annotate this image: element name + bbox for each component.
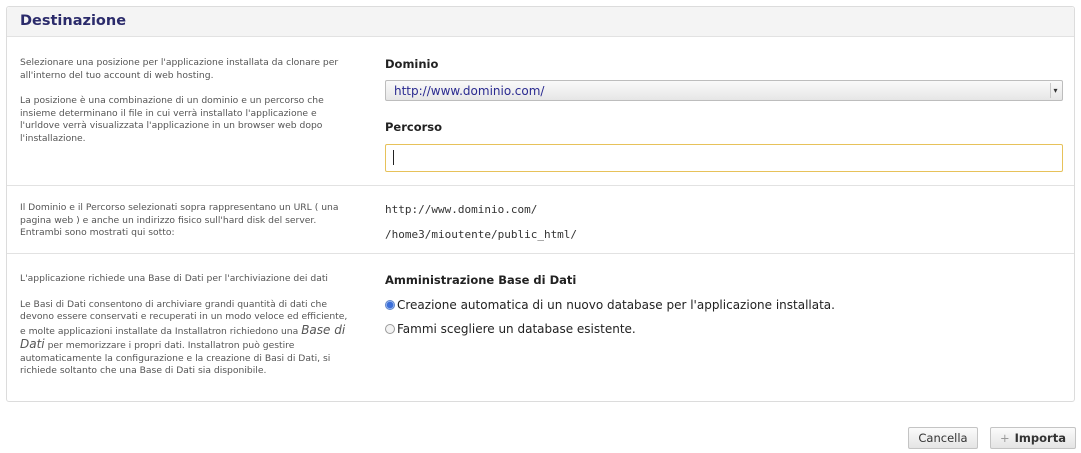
plus-icon: + [1000, 431, 1010, 445]
db-admin-label: Amministrazione Base di Dati [385, 273, 577, 287]
url-display: http://www.dominio.com/ [385, 203, 538, 216]
database-desc-part-a: Le Basi di Dati consentono di archiviare… [20, 298, 348, 337]
db-option-auto-label: Creazione automatica di un nuovo databas… [397, 298, 835, 312]
import-button-label: Importa [1014, 431, 1066, 445]
database-desc-detail: Le Basi di Dati consentono di archiviare… [20, 299, 350, 378]
location-desc-intro: Selezionare una posizione per l'applicaz… [20, 57, 339, 81]
location-description: Selezionare una posizione per l'applicaz… [20, 57, 350, 145]
database-description: L'applicazione richiede una Base di Dati… [20, 273, 350, 378]
path-input[interactable] [385, 144, 1063, 172]
panel-title: Destinazione [20, 13, 127, 29]
db-option-existing[interactable]: Fammi scegliere un database esistente. [385, 322, 636, 336]
cancel-button[interactable]: Cancella [908, 427, 978, 449]
radio-unchecked-icon[interactable] [385, 324, 395, 334]
destination-panel: Destinazione Selezionare una posizione p… [6, 6, 1075, 402]
db-option-auto[interactable]: Creazione automatica di un nuovo databas… [385, 298, 835, 312]
domain-label: Dominio [385, 57, 439, 71]
database-desc-intro: L'applicazione richiede una Base di Dati… [20, 273, 328, 284]
radio-checked-icon[interactable] [385, 300, 395, 310]
chevron-down-icon[interactable]: ▾ [1050, 83, 1060, 98]
domain-select-value: http://www.dominio.com/ [394, 84, 545, 98]
path-label: Percorso [385, 120, 443, 134]
url-info-section: Il Dominio e il Percorso selezionati sop… [7, 186, 1074, 254]
domain-select[interactable]: http://www.dominio.com/ ▾ [385, 80, 1063, 101]
database-section: L'applicazione richiede una Base di Dati… [7, 254, 1074, 402]
filesystem-path-display: /home3/mioutente/public_html/ [385, 228, 578, 241]
database-desc-part-b: per memorizzare i propri dati. Installat… [20, 340, 331, 376]
text-caret [393, 150, 394, 165]
panel-header: Destinazione [7, 7, 1074, 37]
location-section: Selezionare una posizione per l'applicaz… [7, 38, 1074, 186]
import-button[interactable]: + Importa [990, 427, 1076, 449]
db-option-existing-label: Fammi scegliere un database esistente. [397, 322, 636, 336]
url-info-description: Il Dominio e il Percorso selezionati sop… [20, 202, 339, 238]
location-desc-detail: La posizione è una combinazione di un do… [20, 95, 324, 144]
